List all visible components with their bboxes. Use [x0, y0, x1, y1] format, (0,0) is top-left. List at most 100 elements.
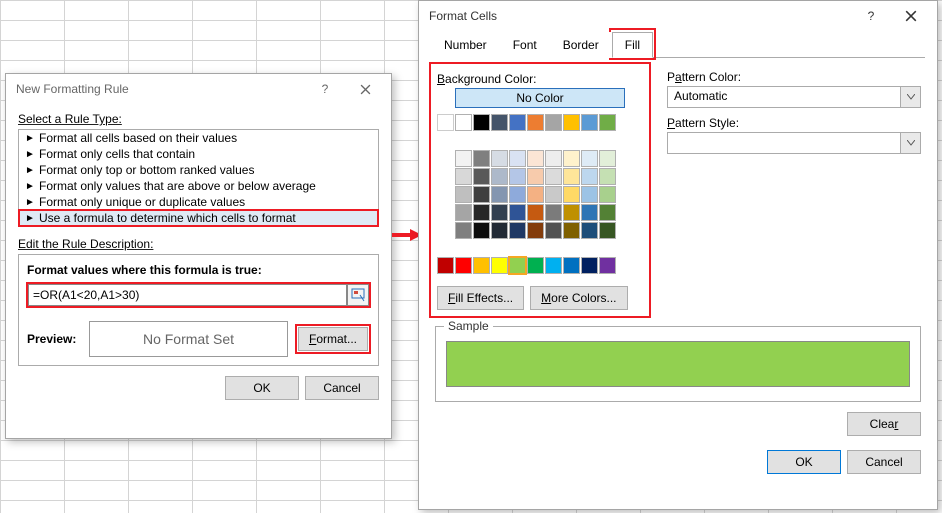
color-swatch[interactable] [509, 204, 526, 221]
theme-colors-grid[interactable] [437, 114, 643, 239]
color-swatch[interactable] [509, 186, 526, 203]
color-swatch[interactable] [545, 150, 562, 167]
color-swatch[interactable] [581, 168, 598, 185]
help-button[interactable]: ? [851, 2, 891, 30]
close-button[interactable] [891, 2, 931, 30]
color-swatch[interactable] [581, 257, 598, 274]
color-swatch[interactable] [473, 222, 490, 239]
color-swatch[interactable] [599, 150, 616, 167]
color-swatch[interactable] [455, 186, 472, 203]
color-swatch[interactable] [491, 150, 508, 167]
close-button[interactable] [345, 75, 385, 103]
rule-type-item[interactable]: ►Format only unique or duplicate values [19, 194, 378, 210]
color-swatch[interactable] [527, 150, 544, 167]
color-swatch[interactable] [455, 114, 472, 131]
color-swatch[interactable] [563, 222, 580, 239]
color-swatch[interactable] [545, 204, 562, 221]
color-swatch[interactable] [581, 222, 598, 239]
color-swatch[interactable] [455, 150, 472, 167]
color-swatch[interactable] [491, 168, 508, 185]
cancel-button[interactable]: Cancel [847, 450, 921, 474]
color-swatch[interactable] [545, 186, 562, 203]
color-swatch[interactable] [563, 150, 580, 167]
color-swatch[interactable] [455, 168, 472, 185]
color-swatch[interactable] [563, 168, 580, 185]
color-swatch[interactable] [509, 257, 526, 274]
color-swatch[interactable] [581, 204, 598, 221]
rule-type-item-formula[interactable]: ►Use a formula to determine which cells … [19, 210, 378, 226]
color-swatch[interactable] [527, 186, 544, 203]
color-swatch[interactable] [545, 114, 562, 131]
color-swatch[interactable] [455, 257, 472, 274]
color-swatch[interactable] [545, 257, 562, 274]
color-swatch[interactable] [491, 222, 508, 239]
color-swatch[interactable] [509, 114, 526, 131]
color-swatch[interactable] [563, 204, 580, 221]
color-swatch[interactable] [563, 114, 580, 131]
color-swatch[interactable] [491, 114, 508, 131]
ok-button[interactable]: OK [225, 376, 299, 400]
color-swatch[interactable] [473, 204, 490, 221]
cancel-button[interactable]: Cancel [305, 376, 379, 400]
arrow-icon: ► [25, 165, 35, 176]
clear-button[interactable]: Clear [847, 412, 921, 436]
rule-type-list[interactable]: ►Format all cells based on their values … [18, 129, 379, 227]
rule-type-item[interactable]: ►Format only cells that contain [19, 146, 378, 162]
ok-button[interactable]: OK [767, 450, 841, 474]
color-swatch[interactable] [599, 114, 616, 131]
tab-border[interactable]: Border [550, 32, 612, 58]
color-swatch[interactable] [545, 168, 562, 185]
color-swatch[interactable] [455, 222, 472, 239]
fill-effects-button[interactable]: Fill Effects... [437, 286, 524, 310]
standard-colors-grid[interactable] [437, 257, 643, 274]
rule-type-item[interactable]: ►Format all cells based on their values [19, 130, 378, 146]
color-swatch[interactable] [473, 168, 490, 185]
color-swatch[interactable] [473, 150, 490, 167]
tab-fill[interactable]: Fill [612, 32, 653, 58]
new-formatting-rule-dialog: New Formatting Rule ? Select a Rule Type… [5, 73, 392, 439]
color-swatch[interactable] [599, 168, 616, 185]
color-swatch[interactable] [599, 257, 616, 274]
color-swatch[interactable] [599, 204, 616, 221]
rule-type-item[interactable]: ►Format only values that are above or be… [19, 178, 378, 194]
color-swatch[interactable] [581, 150, 598, 167]
color-swatch[interactable] [581, 186, 598, 203]
color-swatch[interactable] [527, 222, 544, 239]
color-swatch[interactable] [491, 186, 508, 203]
color-swatch[interactable] [563, 257, 580, 274]
color-swatch[interactable] [527, 114, 544, 131]
color-swatch[interactable] [437, 114, 454, 131]
color-swatch[interactable] [491, 257, 508, 274]
color-swatch[interactable] [473, 114, 490, 131]
color-swatch[interactable] [455, 204, 472, 221]
arrow-icon: ► [25, 181, 35, 192]
color-swatch[interactable] [509, 168, 526, 185]
color-swatch[interactable] [527, 204, 544, 221]
color-swatch[interactable] [473, 186, 490, 203]
rule-type-item[interactable]: ►Format only top or bottom ranked values [19, 162, 378, 178]
pattern-color-select[interactable]: Automatic [667, 86, 921, 108]
no-color-button[interactable]: No Color [455, 88, 625, 108]
color-swatch[interactable] [581, 114, 598, 131]
color-swatch[interactable] [527, 168, 544, 185]
color-swatch[interactable] [563, 186, 580, 203]
formula-input[interactable] [28, 284, 347, 306]
color-swatch[interactable] [545, 222, 562, 239]
sample-swatch [446, 341, 910, 387]
pattern-style-select[interactable] [667, 132, 921, 154]
tab-font[interactable]: Font [500, 32, 550, 58]
range-picker-icon [351, 288, 365, 302]
color-swatch[interactable] [509, 222, 526, 239]
color-swatch[interactable] [437, 257, 454, 274]
help-button[interactable]: ? [305, 75, 345, 103]
color-swatch[interactable] [527, 257, 544, 274]
color-swatch[interactable] [599, 222, 616, 239]
color-swatch[interactable] [473, 257, 490, 274]
more-colors-button[interactable]: More Colors... [530, 286, 627, 310]
format-button[interactable]: Format... [298, 327, 368, 351]
color-swatch[interactable] [599, 186, 616, 203]
color-swatch[interactable] [491, 204, 508, 221]
range-picker-button[interactable] [347, 284, 369, 306]
tab-number[interactable]: Number [431, 32, 500, 58]
color-swatch[interactable] [509, 150, 526, 167]
